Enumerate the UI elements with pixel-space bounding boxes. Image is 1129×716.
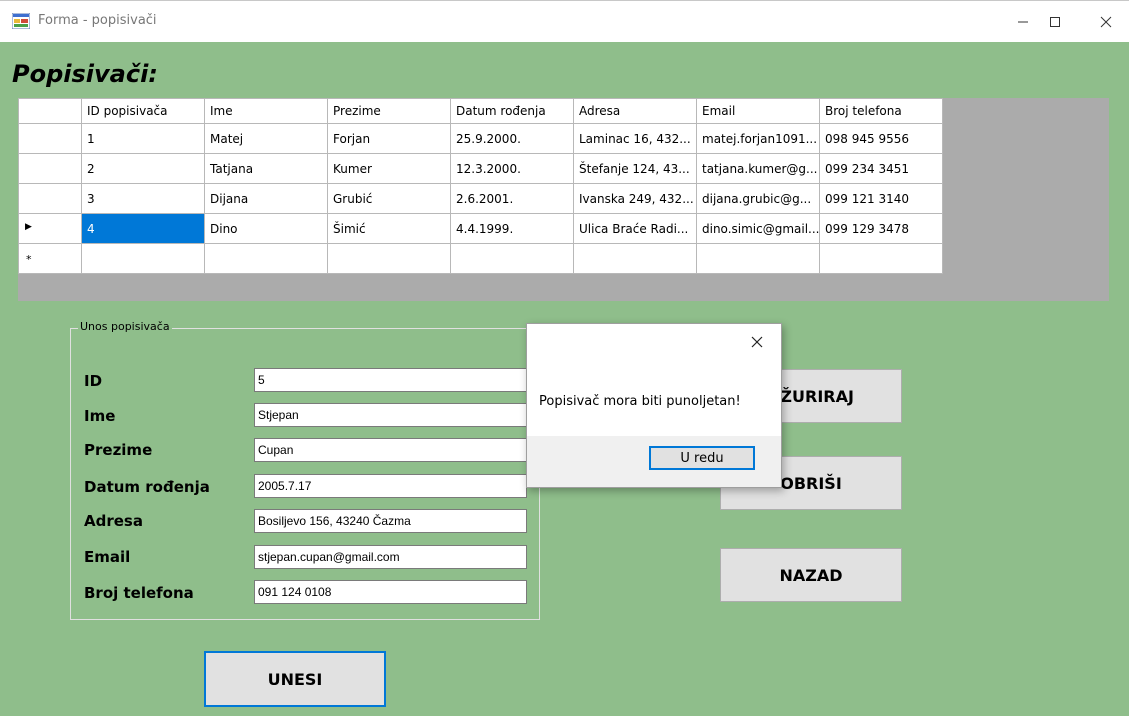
row-header[interactable] (18, 123, 82, 154)
column-header[interactable]: Email (696, 98, 820, 124)
data-grid-table: ID popisivača Ime Prezime Datum rođenja … (18, 98, 943, 274)
prezime-label: Prezime (84, 441, 153, 459)
grid-cell[interactable] (450, 243, 574, 274)
grid-cell[interactable]: 2 (81, 153, 205, 184)
grid-cell[interactable]: Šimić (327, 213, 451, 244)
ime-field[interactable]: Stjepan (254, 403, 527, 427)
form-app-icon (12, 13, 30, 29)
row-header-current[interactable]: ▶ (18, 213, 82, 244)
grid-cell[interactable]: 2.6.2001. (450, 183, 574, 214)
id-field[interactable]: 5 (254, 368, 527, 392)
minimize-icon (1018, 21, 1028, 23)
table-row[interactable]: 2 Tatjana Kumer 12.3.2000. Štefanje 124,… (18, 153, 943, 184)
column-header[interactable]: Broj telefona (819, 98, 943, 124)
grid-cell[interactable]: Ulica Braće Radi... (573, 213, 697, 244)
grid-cell[interactable]: Dino (204, 213, 328, 244)
row-header[interactable] (18, 153, 82, 184)
grid-cell[interactable]: Tatjana (204, 153, 328, 184)
broj-telefona-label: Broj telefona (84, 584, 194, 602)
id-label: ID (84, 372, 103, 390)
email-field[interactable]: stjepan.cupan@gmail.com (254, 545, 527, 569)
adresa-field[interactable]: Bosiljevo 156, 43240 Čazma (254, 509, 527, 533)
maximize-button[interactable] (1032, 7, 1078, 37)
grid-cell[interactable]: Dijana (204, 183, 328, 214)
row-header-new[interactable]: * (18, 243, 82, 274)
dialog-message: Popisivač mora biti punoljetan! (539, 394, 741, 409)
dialog-ok-button[interactable]: U redu (649, 446, 755, 470)
maximize-icon (1050, 17, 1060, 27)
grid-cell[interactable] (573, 243, 697, 274)
column-header[interactable]: Datum rođenja (450, 98, 574, 124)
ime-label: Ime (84, 407, 116, 425)
close-icon (751, 336, 763, 348)
grid-corner-header[interactable] (18, 98, 82, 124)
grid-cell[interactable]: 12.3.2000. (450, 153, 574, 184)
grid-cell[interactable]: Matej (204, 123, 328, 154)
column-header[interactable]: ID popisivača (81, 98, 205, 124)
column-header[interactable]: Adresa (573, 98, 697, 124)
datum-rodenja-field[interactable]: 2005.7.17 (254, 474, 527, 498)
grid-cell[interactable]: tatjana.kumer@g... (696, 153, 820, 184)
grid-header-row: ID popisivača Ime Prezime Datum rođenja … (18, 98, 943, 124)
grid-cell[interactable]: Kumer (327, 153, 451, 184)
column-header[interactable]: Ime (204, 98, 328, 124)
new-row-asterisk-icon: * (26, 253, 32, 266)
dialog-footer: U redu (527, 436, 781, 487)
grid-cell[interactable]: Štefanje 124, 43... (573, 153, 697, 184)
prezime-field[interactable]: Cupan (254, 438, 527, 462)
broj-telefona-field[interactable]: 091 124 0108 (254, 580, 527, 604)
grid-cell[interactable] (327, 243, 451, 274)
grid-cell[interactable]: Grubić (327, 183, 451, 214)
grid-cell[interactable]: 4.4.1999. (450, 213, 574, 244)
table-row[interactable]: 1 Matej Forjan 25.9.2000. Laminac 16, 43… (18, 123, 943, 154)
grid-cell[interactable] (819, 243, 943, 274)
row-header[interactable] (18, 183, 82, 214)
grid-cell[interactable]: 098 945 9556 (819, 123, 943, 154)
window-title: Forma - popisivači (38, 13, 157, 28)
dialog-close-button[interactable] (747, 332, 767, 352)
adresa-label: Adresa (84, 512, 143, 530)
close-button[interactable] (1083, 7, 1129, 37)
grid-cell[interactable]: Laminac 16, 432... (573, 123, 697, 154)
grid-cell[interactable] (696, 243, 820, 274)
table-row[interactable]: ▶ 4 Dino Šimić 4.4.1999. Ulica Braće Rad… (18, 213, 943, 244)
grid-cell[interactable]: dino.simic@gmail... (696, 213, 820, 244)
grid-cell[interactable]: 099 234 3451 (819, 153, 943, 184)
nazad-button[interactable]: NAZAD (720, 548, 902, 602)
grid-cell[interactable]: 099 129 3478 (819, 213, 943, 244)
close-icon (1100, 16, 1112, 28)
datum-rodenja-label: Datum rođenja (84, 478, 210, 496)
grid-cell[interactable]: 25.9.2000. (450, 123, 574, 154)
group-box-title: Unos popisivača (78, 320, 172, 333)
grid-cell[interactable] (81, 243, 205, 274)
data-grid[interactable]: ID popisivača Ime Prezime Datum rođenja … (18, 98, 1109, 301)
grid-cell[interactable]: 1 (81, 123, 205, 154)
grid-cell[interactable]: dijana.grubic@g... (696, 183, 820, 214)
grid-cell[interactable] (204, 243, 328, 274)
grid-cell[interactable]: 099 121 3140 (819, 183, 943, 214)
grid-cell[interactable]: Forjan (327, 123, 451, 154)
grid-cell[interactable]: 3 (81, 183, 205, 214)
unesi-button[interactable]: UNESI (204, 651, 386, 707)
table-row[interactable]: 3 Dijana Grubić 2.6.2001. Ivanska 249, 4… (18, 183, 943, 214)
page-title: Popisivači: (12, 60, 158, 88)
grid-cell[interactable]: matej.forjan1091... (696, 123, 820, 154)
current-row-arrow-icon: ▶ (25, 222, 32, 232)
title-bar: Forma - popisivači (0, 0, 1129, 42)
email-label: Email (84, 548, 131, 566)
table-row-new[interactable]: * (18, 243, 943, 274)
grid-cell[interactable]: Ivanska 249, 432... (573, 183, 697, 214)
column-header[interactable]: Prezime (327, 98, 451, 124)
grid-cell-selected[interactable]: 4 (81, 213, 205, 244)
message-box: Popisivač mora biti punoljetan! U redu (526, 323, 782, 488)
